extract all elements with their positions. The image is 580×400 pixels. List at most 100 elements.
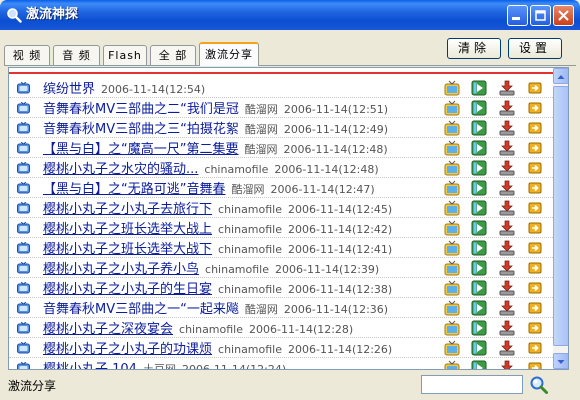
item-title-link[interactable]: 樱桃小丸子之水灾的骚动... xyxy=(43,162,198,177)
go-arrow-icon[interactable] xyxy=(527,320,543,336)
download-icon[interactable] xyxy=(499,100,515,116)
media-player-icon[interactable] xyxy=(471,260,487,276)
media-player-icon[interactable] xyxy=(471,360,487,370)
go-arrow-icon[interactable] xyxy=(527,300,543,316)
settings-button[interactable]: 设置 xyxy=(508,38,562,59)
scroll-up-button[interactable] xyxy=(553,68,568,84)
play-tv-icon[interactable] xyxy=(444,80,460,96)
play-tv-icon[interactable] xyxy=(444,300,460,316)
go-arrow-icon[interactable] xyxy=(527,220,543,236)
list-item[interactable]: 缤纷世界 2006-11-14(12:54) xyxy=(9,78,553,98)
maximize-button[interactable] xyxy=(530,5,551,26)
item-title-link[interactable]: 音舞春秋MV三部曲之一“一起来飚 xyxy=(43,302,239,317)
media-player-icon[interactable] xyxy=(471,200,487,216)
tab-flash[interactable]: Flash xyxy=(103,45,147,65)
item-title-link[interactable]: 樱桃小丸子之小丸子养小鸟 xyxy=(43,262,199,277)
go-arrow-icon[interactable] xyxy=(527,80,543,96)
list-item[interactable]: 音舞春秋MV三部曲之一“一起来飚 酷溜网 2006-11-14(12:36) xyxy=(9,298,553,318)
play-tv-icon[interactable] xyxy=(444,360,460,370)
item-title-link[interactable]: 樱桃小丸子之小丸子的生日宴 xyxy=(43,282,212,297)
tab-all[interactable]: 全 部 xyxy=(150,45,196,65)
download-icon[interactable] xyxy=(499,300,515,316)
media-player-icon[interactable] xyxy=(471,140,487,156)
item-title-link[interactable]: 【黑与白】之“无路可逃”音舞春 xyxy=(43,182,225,197)
item-title-link[interactable]: 樱桃小丸子之小丸子的功课烦 xyxy=(43,342,212,357)
play-tv-icon[interactable] xyxy=(444,240,460,256)
item-title-link[interactable]: 【黑与白】之“魔高一尺”第二集要 xyxy=(43,142,238,157)
download-icon[interactable] xyxy=(499,260,515,276)
close-button[interactable] xyxy=(553,5,574,26)
item-title-link[interactable]: 音舞春秋MV三部曲之三“拍摄花絮 xyxy=(43,122,239,137)
play-tv-icon[interactable] xyxy=(444,160,460,176)
download-icon[interactable] xyxy=(499,360,515,370)
vertical-scrollbar[interactable] xyxy=(553,68,568,369)
list-item[interactable]: 音舞春秋MV三部曲之三“拍摄花絮 酷溜网 2006-11-14(12:49) xyxy=(9,118,553,138)
media-player-icon[interactable] xyxy=(471,300,487,316)
media-player-icon[interactable] xyxy=(471,280,487,296)
media-player-icon[interactable] xyxy=(471,180,487,196)
list-item[interactable]: 樱桃小丸子之班长选举大战上 chinamofile 2006-11-14(12:42… xyxy=(9,218,553,238)
download-icon[interactable] xyxy=(499,340,515,356)
play-tv-icon[interactable] xyxy=(444,260,460,276)
item-title-link[interactable]: 樱桃小丸子之班长选举大战上 xyxy=(43,222,212,237)
list-item[interactable]: 樱桃小丸子之深夜宴会 chinamofile 2006-11-14(12:28) xyxy=(9,318,553,338)
item-title-link[interactable]: 樱桃小丸子 104 xyxy=(43,362,137,369)
media-player-icon[interactable] xyxy=(471,100,487,116)
go-arrow-icon[interactable] xyxy=(527,240,543,256)
download-icon[interactable] xyxy=(499,180,515,196)
list-item[interactable]: 樱桃小丸子之小丸子养小鸟 chinamofile 2006-11-14(12:39) xyxy=(9,258,553,278)
title-bar[interactable]: 激流神探 xyxy=(0,0,580,30)
item-title-link[interactable]: 樱桃小丸子之班长选举大战下 xyxy=(43,242,212,257)
list-item[interactable]: 樱桃小丸子 104 土豆网 2006-11-14(12:24) xyxy=(9,358,553,370)
go-arrow-icon[interactable] xyxy=(527,160,543,176)
item-title-link[interactable]: 音舞春秋MV三部曲之二“我们是冠 xyxy=(43,102,239,117)
play-tv-icon[interactable] xyxy=(444,220,460,236)
tab-audio[interactable]: 音 频 xyxy=(53,45,100,65)
go-arrow-icon[interactable] xyxy=(527,180,543,196)
media-player-icon[interactable] xyxy=(471,220,487,236)
list-item[interactable]: 樱桃小丸子之小丸子的功课烦 chinamofile 2006-11-14(12:26… xyxy=(9,338,553,358)
list-item[interactable]: 樱桃小丸子之小丸子的生日宴 chinamofile 2006-11-14(12:38… xyxy=(9,278,553,298)
download-icon[interactable] xyxy=(499,80,515,96)
download-icon[interactable] xyxy=(499,240,515,256)
list-item[interactable]: 【黑与白】之“无路可逃”音舞春 酷溜网 2006-11-14(12:47) xyxy=(9,178,553,198)
play-tv-icon[interactable] xyxy=(444,200,460,216)
play-tv-icon[interactable] xyxy=(444,100,460,116)
play-tv-icon[interactable] xyxy=(444,280,460,296)
tab-share[interactable]: 激流分享 xyxy=(199,42,259,66)
item-title-link[interactable]: 樱桃小丸子之深夜宴会 xyxy=(43,322,173,337)
go-arrow-icon[interactable] xyxy=(527,360,543,370)
download-icon[interactable] xyxy=(499,140,515,156)
clear-button[interactable]: 清除 xyxy=(447,38,501,59)
search-icon[interactable] xyxy=(529,375,549,395)
go-arrow-icon[interactable] xyxy=(527,260,543,276)
play-tv-icon[interactable] xyxy=(444,180,460,196)
scroll-thumb[interactable] xyxy=(553,86,568,346)
list-item[interactable]: 【黑与白】之“魔高一尺”第二集要 酷溜网 2006-11-14(12:48) xyxy=(9,138,553,158)
list-item[interactable]: 樱桃小丸子之小丸子去旅行下 chinamofile 2006-11-14(12:45… xyxy=(9,198,553,218)
media-player-icon[interactable] xyxy=(471,320,487,336)
media-player-icon[interactable] xyxy=(471,240,487,256)
media-player-icon[interactable] xyxy=(471,80,487,96)
play-tv-icon[interactable] xyxy=(444,140,460,156)
download-icon[interactable] xyxy=(499,280,515,296)
list-item[interactable]: 樱桃小丸子之班长选举大战下 chinamofile 2006-11-14(12:41… xyxy=(9,238,553,258)
download-icon[interactable] xyxy=(499,160,515,176)
search-input[interactable] xyxy=(421,375,523,394)
play-tv-icon[interactable] xyxy=(444,320,460,336)
download-icon[interactable] xyxy=(499,120,515,136)
download-icon[interactable] xyxy=(499,200,515,216)
go-arrow-icon[interactable] xyxy=(527,280,543,296)
tab-video[interactable]: 视 频 xyxy=(4,45,50,65)
item-title-link[interactable]: 樱桃小丸子之小丸子去旅行下 xyxy=(43,202,212,217)
go-arrow-icon[interactable] xyxy=(527,120,543,136)
download-icon[interactable] xyxy=(499,320,515,336)
go-arrow-icon[interactable] xyxy=(527,200,543,216)
play-tv-icon[interactable] xyxy=(444,340,460,356)
go-arrow-icon[interactable] xyxy=(527,340,543,356)
scroll-down-button[interactable] xyxy=(553,353,568,369)
media-player-icon[interactable] xyxy=(471,340,487,356)
go-arrow-icon[interactable] xyxy=(527,100,543,116)
go-arrow-icon[interactable] xyxy=(527,140,543,156)
download-icon[interactable] xyxy=(499,220,515,236)
